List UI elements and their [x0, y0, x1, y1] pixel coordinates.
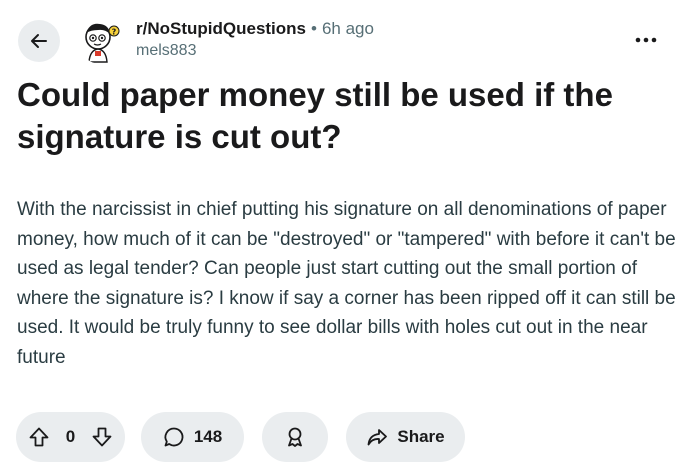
svg-text:?: ?	[112, 28, 117, 37]
back-button[interactable]	[18, 20, 60, 62]
post-author[interactable]: mels883	[136, 40, 374, 62]
arrow-down-icon[interactable]	[91, 426, 113, 448]
comments-button[interactable]: 148	[141, 412, 244, 462]
vote-count: 0	[65, 427, 76, 446]
more-options-button[interactable]	[630, 26, 662, 54]
comment-bubble-icon	[163, 426, 185, 448]
subreddit-name[interactable]: r/NoStupidQuestions	[136, 18, 306, 40]
arrow-left-icon	[29, 31, 49, 51]
vote-bar: 0	[16, 412, 125, 462]
comment-count: 148	[193, 427, 223, 446]
post-meta: r/NoStupidQuestions • 6h ago mels883	[136, 18, 374, 62]
meta-separator: •	[311, 19, 317, 38]
share-button[interactable]: Share	[346, 412, 465, 462]
award-button[interactable]	[262, 412, 328, 462]
subreddit-avatar[interactable]: ?	[78, 18, 124, 64]
post-title: Could paper money still be used if the s…	[17, 76, 613, 155]
share-arrow-icon	[366, 426, 388, 448]
award-icon	[284, 426, 306, 448]
share-label: Share	[397, 427, 445, 446]
post-body: With the narcissist in chief putting his…	[17, 199, 676, 368]
more-horizontal-icon	[635, 37, 657, 43]
arrow-up-icon[interactable]	[28, 426, 50, 448]
post-time: 6h ago	[321, 19, 374, 38]
